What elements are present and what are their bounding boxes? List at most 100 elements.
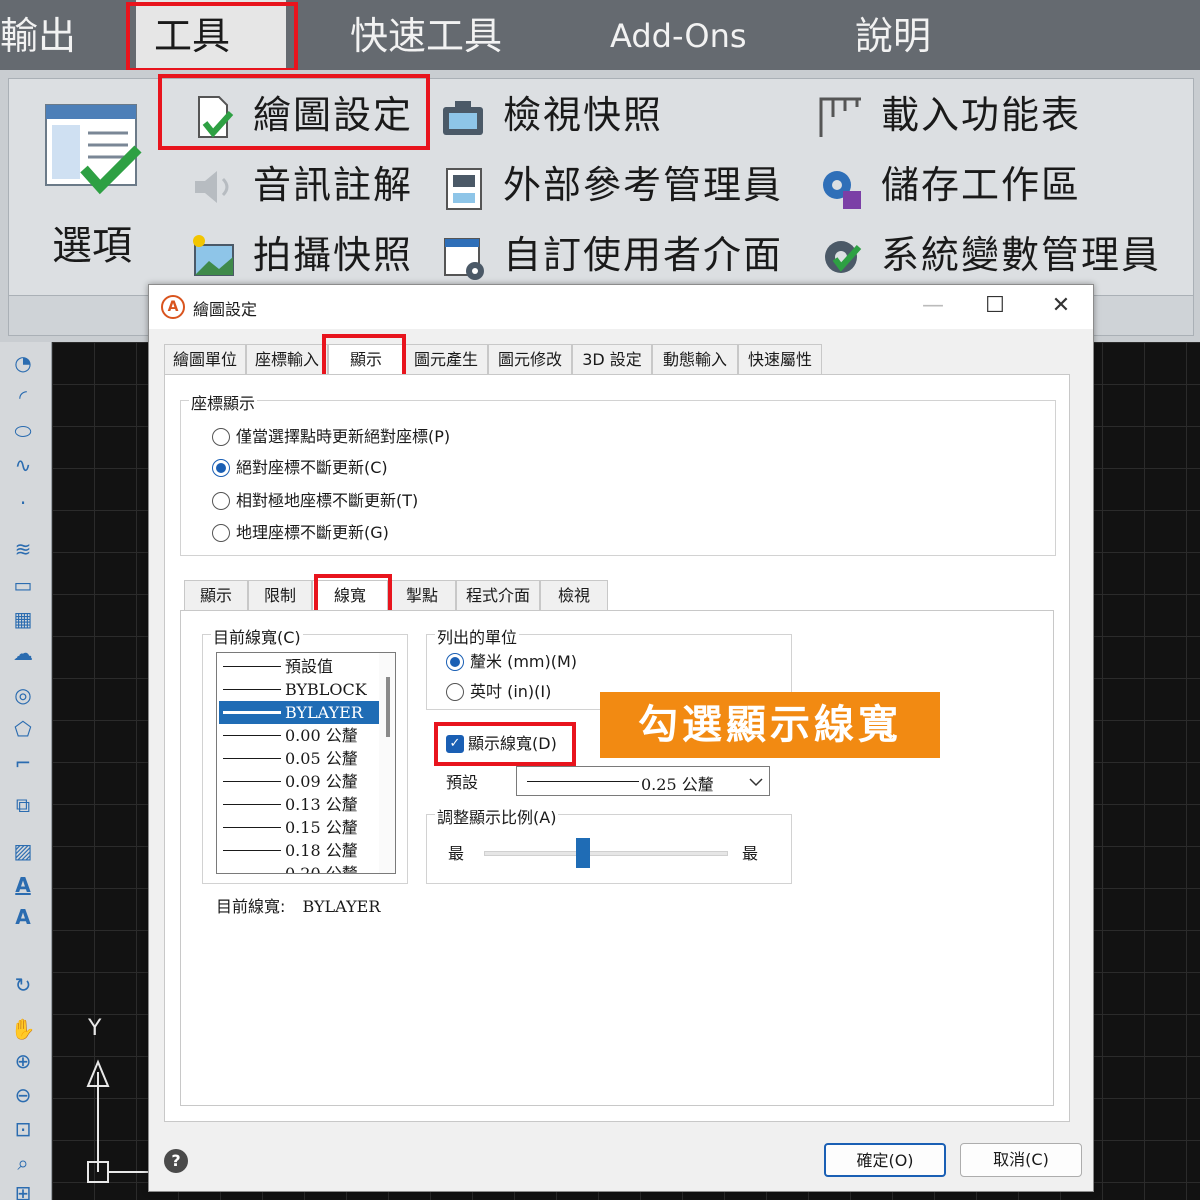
radio-button[interactable] xyxy=(446,683,464,701)
subtab-view[interactable]: 檢視 xyxy=(540,580,608,610)
audio-note-button[interactable]: 音訊註解 xyxy=(189,155,429,215)
customize-ui-button[interactable]: 自訂使用者介面 xyxy=(439,225,799,285)
tab-3d-settings[interactable]: 3D 設定 xyxy=(572,344,652,374)
take-snapshot-button[interactable]: 拍攝快照 xyxy=(189,225,429,285)
lineweight-list[interactable]: 預設值 BYBLOCK BYLAYER 0.00 公釐 0.05 公釐 0.09… xyxy=(216,652,396,874)
scale-title: 調整顯示比例(A) xyxy=(435,804,559,828)
tab-entity-creation[interactable]: 圖元產生 xyxy=(404,344,488,374)
customize-ui-icon xyxy=(444,238,484,280)
menu-addons[interactable]: Add-Ons xyxy=(610,0,747,70)
ok-button[interactable]: 確定(O) xyxy=(824,1143,946,1177)
zoom-realtime-icon[interactable]: ⌕ xyxy=(8,1150,38,1176)
subtab-lineweight[interactable]: 線寬 xyxy=(312,580,388,612)
cloud-tool-icon[interactable]: ☁ xyxy=(8,640,38,666)
list-item-selected[interactable]: BYLAYER xyxy=(219,701,379,724)
tab-dynamic-input[interactable]: 動態輸入 xyxy=(652,344,738,374)
tab-coordinate-input[interactable]: 座標輸入 xyxy=(246,344,328,374)
radio-button-selected[interactable] xyxy=(212,459,230,477)
coord-option-3-label: 相對極地座標不斷更新(T) xyxy=(236,491,419,510)
list-item[interactable]: 0.00 公釐 xyxy=(219,724,379,747)
dialog-titlebar[interactable]: A 繪圖設定 — ☐ ✕ xyxy=(149,285,1093,329)
polyline-tool-icon[interactable]: ⌐ xyxy=(8,750,38,776)
list-item[interactable]: 0.09 公釐 xyxy=(219,770,379,793)
list-scrollbar[interactable] xyxy=(379,653,395,873)
current-lineweight-status: 目前線寬: BYLAYER xyxy=(216,893,380,917)
slider-thumb[interactable] xyxy=(576,838,590,868)
default-lineweight-combo[interactable]: 0.25 公釐 xyxy=(516,766,770,796)
list-item[interactable]: 預設值 xyxy=(219,655,379,678)
zoom-window-icon[interactable]: ⊖ xyxy=(8,1082,38,1108)
pan-tool-icon[interactable]: ✋ xyxy=(8,1016,38,1042)
hatch-tool-icon[interactable]: ▨ xyxy=(8,838,38,864)
arc-tool-icon[interactable]: ◜ xyxy=(8,384,38,410)
list-item[interactable]: 0.13 公釐 xyxy=(219,793,379,816)
zoom-prev-icon[interactable]: ⊡ xyxy=(8,1116,38,1142)
scale-slider[interactable] xyxy=(484,836,728,872)
helix-tool-icon[interactable]: ≋ xyxy=(8,536,38,562)
coord-option-1-label: 僅當選擇點時更新絕對座標(P) xyxy=(236,427,451,446)
list-item[interactable]: 0.18 公釐 xyxy=(219,839,379,862)
rectangle-tool-icon[interactable]: ▭ xyxy=(8,572,38,598)
circle-tool-icon[interactable]: ◔ xyxy=(8,350,38,376)
save-workspace-button[interactable]: 儲存工作區 xyxy=(817,155,1117,215)
take-snapshot-label: 拍攝快照 xyxy=(253,233,414,277)
radio-button[interactable] xyxy=(212,428,230,446)
drawing-settings-label: 繪圖設定 xyxy=(253,93,414,137)
load-menu-button[interactable]: 載入功能表 xyxy=(817,85,1117,145)
subtab-limits[interactable]: 限制 xyxy=(248,580,312,610)
close-button[interactable]: ✕ xyxy=(1041,291,1081,321)
xref-manager-button[interactable]: 外部參考管理員 xyxy=(439,155,799,215)
default-value: 0.25 公釐 xyxy=(641,775,714,794)
refresh-tool-icon[interactable]: ↻ xyxy=(8,972,38,998)
subtab-program-interface[interactable]: 程式介面 xyxy=(456,580,540,610)
cancel-button[interactable]: 取消(C) xyxy=(960,1143,1082,1177)
point-tool-icon[interactable]: · xyxy=(8,490,38,516)
camera-icon xyxy=(443,101,483,135)
scrollbar-thumb[interactable] xyxy=(386,677,390,737)
view-snapshot-button[interactable]: 檢視快照 xyxy=(439,85,719,145)
tab-display[interactable]: 顯示 xyxy=(328,344,404,376)
list-item[interactable]: BYBLOCK xyxy=(219,678,379,701)
subtab-display[interactable]: 顯示 xyxy=(184,580,248,610)
slider-track xyxy=(484,851,728,856)
menu-help[interactable]: 說明 xyxy=(855,0,931,70)
radio-button[interactable] xyxy=(212,492,230,510)
drawing-settings-button[interactable]: 繪圖設定 xyxy=(189,85,429,145)
minimize-button[interactable]: — xyxy=(913,291,953,321)
subtab-grips[interactable]: 掣點 xyxy=(388,580,456,610)
spline-tool-icon[interactable]: ∿ xyxy=(8,452,38,478)
instruction-callout: 勾選顯示線寬 xyxy=(600,692,940,758)
menu-tools[interactable]: 工具 xyxy=(136,0,286,70)
help-icon[interactable]: ? xyxy=(164,1149,188,1173)
gear-save-icon xyxy=(823,171,861,209)
region-tool-icon[interactable]: ▦ xyxy=(8,606,38,632)
left-toolbar: ◔ ◜ ⬭ ∿ · ≋ ▭ ▦ ☁ ◎ ⬠ ⌐ ⧉ ▨ A A ↻ ✋ ⊕ ⊖ … xyxy=(0,342,52,1200)
menu-quick-tools[interactable]: 快速工具 xyxy=(350,0,502,70)
menu-output[interactable]: 輸出 xyxy=(0,0,76,70)
maximize-button[interactable]: ☐ xyxy=(975,291,1015,321)
display-lineweight-checkbox[interactable]: ✓ xyxy=(446,735,464,753)
text-tool-icon[interactable]: A xyxy=(8,872,38,898)
zoom-tool-icon[interactable]: ⊕ xyxy=(8,1048,38,1074)
ellipse-tool-icon[interactable]: ⬭ xyxy=(8,418,38,444)
list-item[interactable]: 0.15 公釐 xyxy=(219,816,379,839)
list-item[interactable]: 0.20 公釐 xyxy=(219,862,379,873)
radio-button-selected[interactable] xyxy=(446,653,464,671)
mtext-tool-icon[interactable]: A xyxy=(8,904,38,930)
xref-manager-icon xyxy=(446,168,482,210)
polygon-tool-icon[interactable]: ⬠ xyxy=(8,716,38,742)
radio-button[interactable] xyxy=(212,524,230,542)
main-tabstrip: 繪圖單位 座標輸入 顯示 圖元產生 圖元修改 3D 設定 動態輸入 快速屬性 xyxy=(164,344,824,376)
block-tool-icon[interactable]: ⧉ xyxy=(8,792,38,818)
tab-drawing-units[interactable]: 繪圖單位 xyxy=(164,344,246,374)
donut-tool-icon[interactable]: ◎ xyxy=(8,682,38,708)
y-axis-label: Y xyxy=(88,1016,102,1041)
speaker-icon xyxy=(195,171,229,203)
tab-entity-modification[interactable]: 圖元修改 xyxy=(488,344,572,374)
default-label: 預設 xyxy=(446,773,479,792)
tab-quick-properties[interactable]: 快速屬性 xyxy=(738,344,822,374)
sysvar-manager-button[interactable]: 系統變數管理員 xyxy=(817,225,1187,285)
options-button[interactable]: 選項 xyxy=(27,93,157,293)
list-item[interactable]: 0.05 公釐 xyxy=(219,747,379,770)
zoom-extents-icon[interactable]: ⊞ xyxy=(8,1180,38,1200)
